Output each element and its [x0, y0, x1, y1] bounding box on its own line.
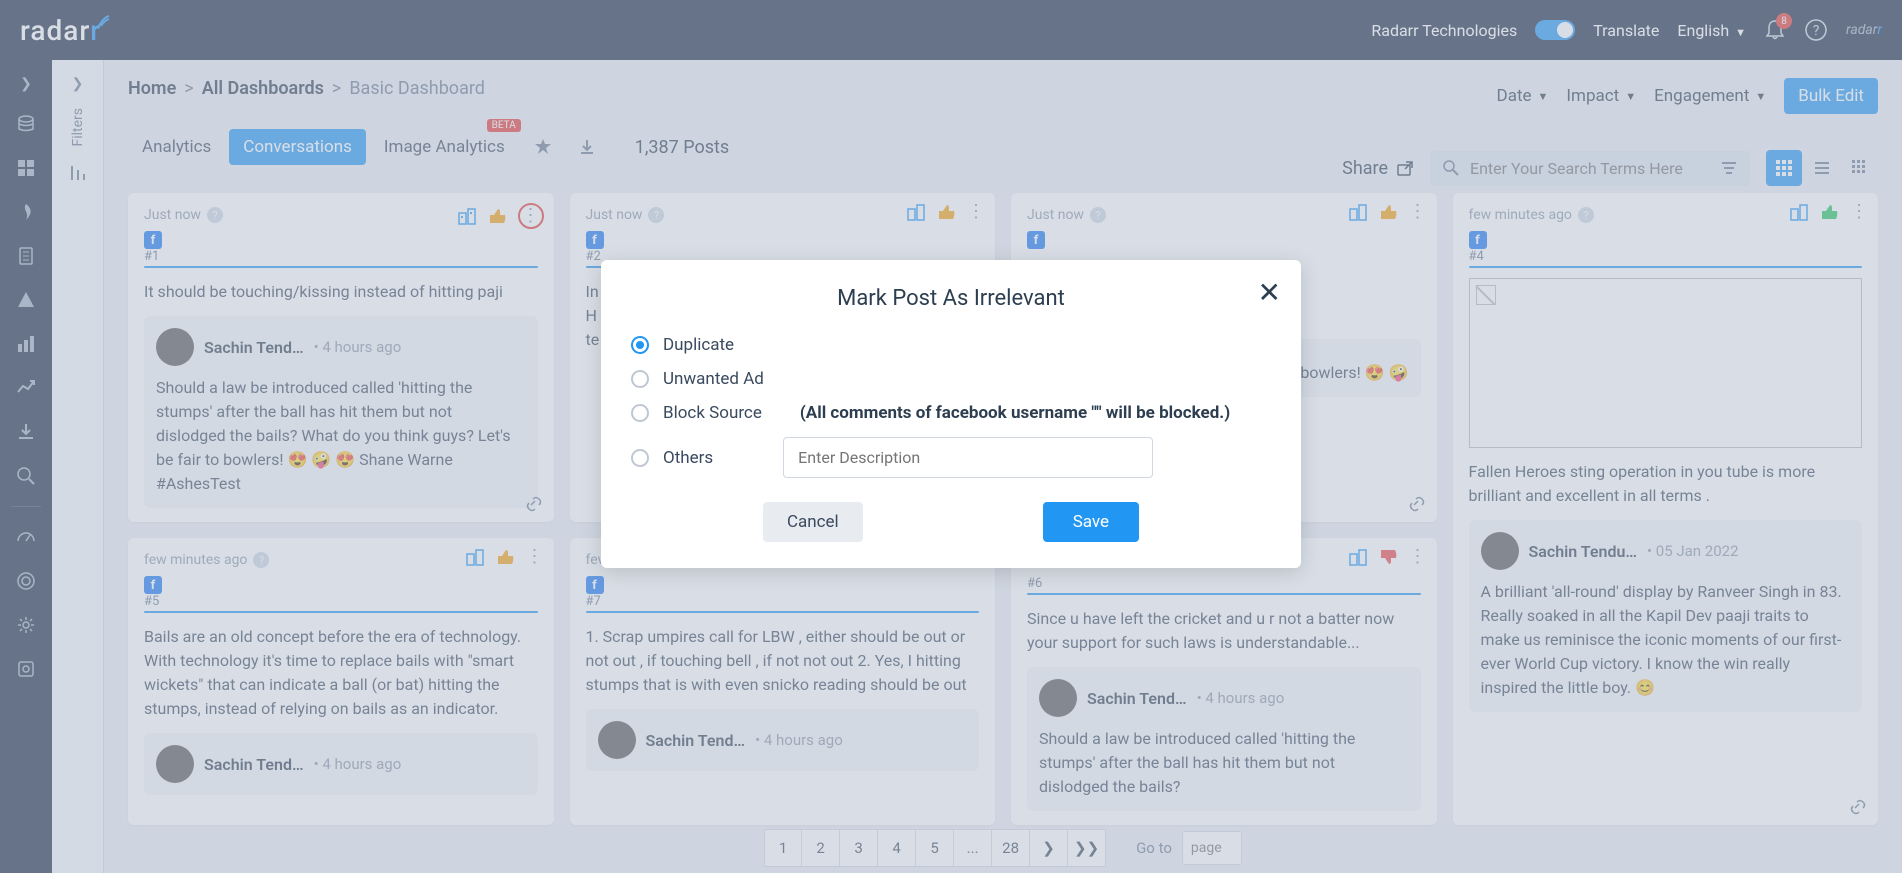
modal-buttons: Cancel Save	[631, 502, 1271, 542]
modal-close-button[interactable]: ✕	[1258, 276, 1281, 309]
cancel-button[interactable]: Cancel	[763, 502, 863, 542]
radio-duplicate[interactable]: Duplicate	[631, 335, 1271, 355]
modal-overlay[interactable]: ✕ Mark Post As Irrelevant Duplicate Unwa…	[0, 0, 1902, 873]
radio-input[interactable]	[631, 370, 649, 388]
modal-title: Mark Post As Irrelevant	[631, 286, 1271, 311]
irrelevant-modal: ✕ Mark Post As Irrelevant Duplicate Unwa…	[601, 260, 1301, 568]
radio-unwanted[interactable]: Unwanted Ad	[631, 369, 1271, 389]
radio-label: Block Source	[663, 403, 762, 423]
description-input[interactable]	[783, 437, 1153, 478]
radio-label: Others	[663, 448, 713, 468]
radio-input[interactable]	[631, 449, 649, 467]
radio-block[interactable]: Block Source (All comments of facebook u…	[631, 403, 1271, 423]
save-button[interactable]: Save	[1043, 502, 1139, 542]
radio-input[interactable]	[631, 336, 649, 354]
radio-others[interactable]: Others	[631, 437, 1271, 478]
radio-label: Unwanted Ad	[663, 369, 764, 389]
radio-label: Duplicate	[663, 335, 734, 355]
radio-input[interactable]	[631, 404, 649, 422]
block-note: (All comments of facebook username "" wi…	[800, 403, 1230, 423]
